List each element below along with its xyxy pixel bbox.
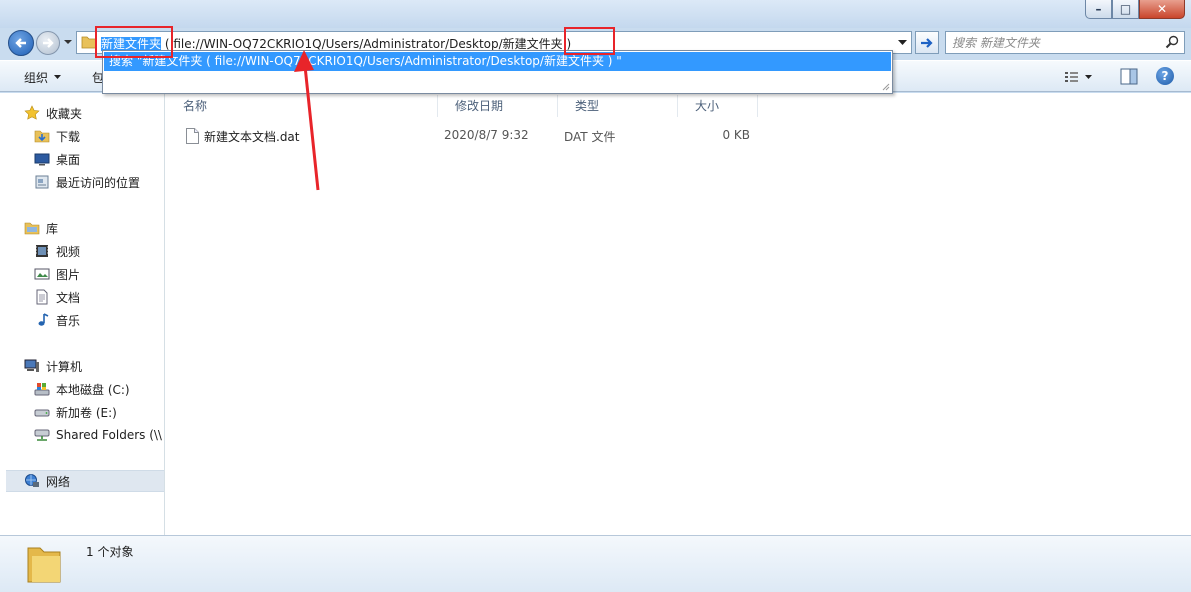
maximize-icon: □: [1119, 2, 1132, 16]
help-icon: ?: [1161, 69, 1169, 83]
preview-pane-icon[interactable]: [1120, 68, 1138, 85]
sidebar-item-label: 最近访问的位置: [56, 175, 141, 190]
help-button[interactable]: ?: [1156, 67, 1174, 85]
sidebar-item-label: 下载: [56, 129, 81, 144]
sidebar-item-label: 文档: [56, 290, 81, 305]
file-row[interactable]: 新建文本文档.dat 2020/8/7 9:32 DAT 文件 0 KB: [182, 125, 762, 147]
sidebar-item-local-disk-c[interactable]: 本地磁盘 (C:): [34, 379, 164, 399]
forward-arrow-icon: [43, 38, 54, 48]
go-button[interactable]: [915, 31, 939, 54]
item-count: 1 个对象: [86, 545, 134, 559]
network-icon: [25, 474, 39, 487]
minimize-icon: –: [1095, 2, 1102, 16]
file-date: 2020/8/7 9:32: [444, 128, 529, 142]
back-arrow-icon: [15, 38, 26, 48]
desktop-icon: [34, 153, 50, 166]
sidebar-item-downloads[interactable]: 下载: [34, 126, 164, 146]
address-autocomplete-dropdown: 搜索 "新建文件夹 ( file://WIN-OQ72CKRIO1Q/Users…: [102, 50, 893, 94]
large-folder-icon: [27, 547, 61, 583]
organize-menu[interactable]: 组织: [24, 69, 62, 86]
title-bar: – □ ✕: [0, 0, 1191, 28]
back-button[interactable]: [8, 30, 34, 56]
address-rest-text: ( file://WIN-OQ72CKRIO1Q/Users/Administr…: [161, 37, 572, 51]
search-box[interactable]: [945, 31, 1185, 54]
chevron-down-icon: [1085, 74, 1092, 79]
search-input[interactable]: [952, 34, 1162, 51]
maximize-button[interactable]: □: [1112, 0, 1139, 19]
sidebar-group-favorites[interactable]: 收藏夹: [24, 103, 82, 123]
sidebar-group-label: 收藏夹: [46, 106, 83, 121]
recent-pages-chevron-icon[interactable]: [63, 37, 73, 47]
annotation-arrow-icon: [294, 50, 320, 191]
sidebar-item-documents[interactable]: 文档: [34, 287, 164, 307]
file-type: DAT 文件: [564, 130, 616, 144]
chevron-down-icon: [897, 39, 907, 45]
sidebar-group-label: 库: [46, 221, 59, 236]
details-pane: 1 个对象: [0, 535, 1191, 592]
sidebar-item-label: 新加卷 (E:): [56, 405, 117, 420]
picture-icon: [34, 268, 50, 280]
column-header-type[interactable]: 类型: [558, 95, 678, 117]
drive-icon: [34, 409, 50, 417]
document-icon: [36, 289, 48, 305]
sidebar-item-desktop[interactable]: 桌面: [34, 149, 164, 169]
sidebar-group-computer[interactable]: 计算机: [24, 356, 82, 376]
minimize-button[interactable]: –: [1085, 0, 1112, 19]
chevron-down-icon: [54, 75, 62, 79]
column-header-size[interactable]: 大小: [678, 95, 758, 117]
network-drive-icon: [34, 429, 50, 441]
file-icon: [186, 128, 199, 144]
main-area: 收藏夹 下载 桌面 最近访问的位置 库 视频 图片 文档 音乐 计算机 本地磁盘…: [0, 93, 1191, 535]
navigation-pane: 收藏夹 下载 桌面 最近访问的位置 库 视频 图片 文档 音乐 计算机 本地磁盘…: [0, 93, 165, 535]
sidebar-item-pictures[interactable]: 图片: [34, 264, 164, 284]
forward-button[interactable]: [36, 31, 60, 55]
sidebar-item-music[interactable]: 音乐: [34, 310, 164, 330]
sidebar-item-label: 桌面: [56, 152, 81, 167]
search-icon[interactable]: [1165, 35, 1179, 49]
sidebar-item-shared-folders[interactable]: Shared Folders (\\: [34, 425, 164, 445]
file-size: 0 KB: [722, 128, 750, 142]
sidebar-item-network[interactable]: 网络: [6, 470, 164, 492]
recent-places-icon: [35, 175, 49, 189]
window-controls: – □ ✕: [1085, 0, 1185, 19]
computer-icon: [24, 359, 39, 372]
sidebar-item-volume-e[interactable]: 新加卷 (E:): [34, 402, 164, 422]
address-dropdown-button[interactable]: [893, 32, 911, 53]
sidebar-item-label: 视频: [56, 244, 81, 259]
annotation-box-path-end: [564, 27, 615, 55]
video-icon: [36, 245, 48, 257]
network-row: 网络: [24, 471, 70, 491]
autocomplete-search-item[interactable]: 搜索 "新建文件夹 ( file://WIN-OQ72CKRIO1Q/Users…: [104, 52, 891, 71]
change-view-button[interactable]: [1064, 68, 1102, 86]
file-name: 新建文本文档.dat: [204, 130, 300, 144]
column-header-date[interactable]: 修改日期: [438, 95, 558, 117]
close-icon: ✕: [1156, 2, 1168, 16]
sidebar-group-label: 计算机: [46, 359, 83, 374]
star-icon: [24, 105, 40, 120]
organize-label: 组织: [24, 71, 49, 85]
library-icon: [24, 222, 40, 235]
sidebar-item-recent-places[interactable]: 最近访问的位置: [34, 172, 164, 192]
sidebar-item-label: 音乐: [56, 313, 81, 328]
music-note-icon: [38, 313, 49, 326]
system-drive-icon: [34, 383, 50, 396]
sidebar-item-videos[interactable]: 视频: [34, 241, 164, 261]
sidebar-group-libraries[interactable]: 库: [24, 218, 58, 238]
downloads-folder-icon: [34, 130, 50, 143]
resize-grip-icon[interactable]: [880, 81, 890, 91]
sidebar-group-label: 网络: [46, 474, 71, 489]
sidebar-item-label: 本地磁盘 (C:): [56, 382, 130, 397]
sidebar-item-label: 图片: [56, 267, 81, 282]
view-list-icon: [1065, 72, 1078, 82]
annotation-box-selected-name: [95, 26, 173, 58]
close-button[interactable]: ✕: [1139, 0, 1185, 19]
go-arrow-icon: [921, 37, 933, 48]
sidebar-item-label: Shared Folders (\\: [56, 428, 162, 442]
